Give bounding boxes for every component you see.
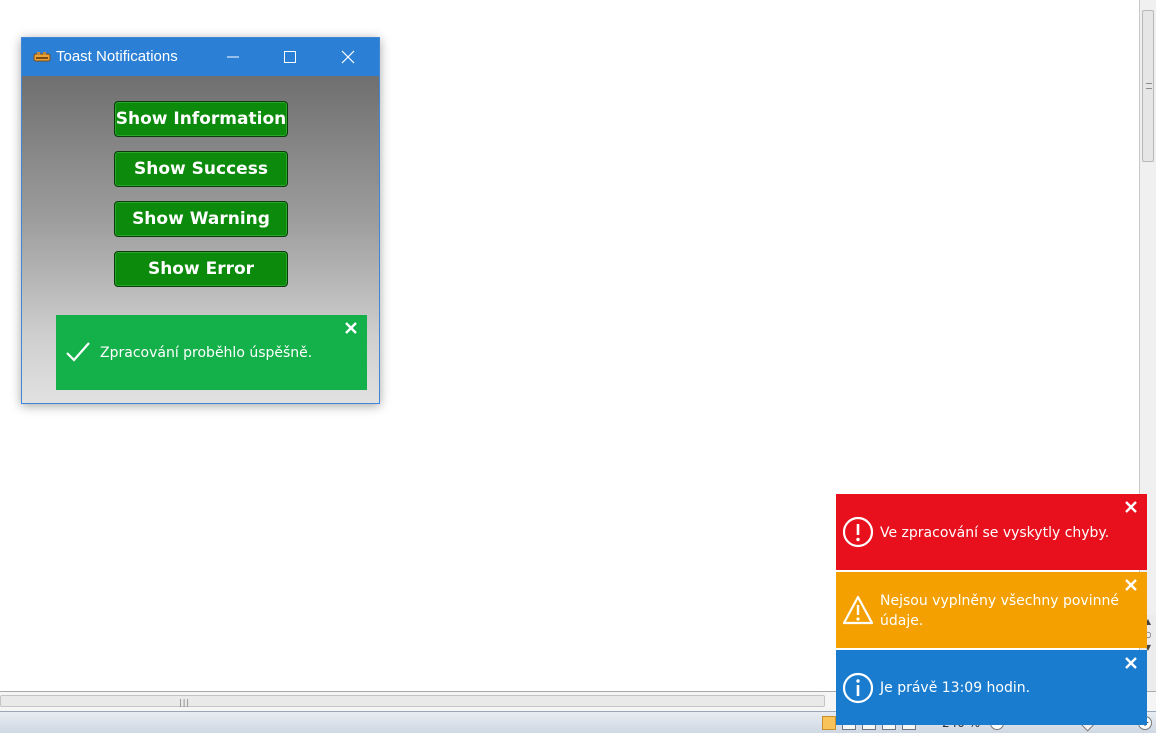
info-circle-icon [842, 672, 874, 704]
show-information-button[interactable]: Show Information [114, 101, 288, 137]
close-icon[interactable] [1124, 656, 1138, 670]
minimize-icon [227, 56, 239, 58]
warning-triangle-icon [842, 595, 874, 625]
scroll-grip-icon: ||| [179, 698, 191, 707]
print-layout-view-icon[interactable] [822, 716, 836, 730]
minimize-button[interactable] [205, 38, 261, 76]
show-error-button[interactable]: Show Error [114, 251, 288, 287]
close-icon[interactable] [344, 321, 358, 335]
close-icon[interactable] [1124, 578, 1138, 592]
toaster-icon [33, 52, 51, 62]
title-bar[interactable]: Toast Notifications [22, 38, 379, 76]
background-horizontal-scroll-thumb[interactable]: ||| [0, 695, 825, 707]
show-warning-button[interactable]: Show Warning [114, 201, 288, 237]
screen: ▲ ○ ▼ ||| 240 % − + Toast [0, 0, 1156, 733]
close-icon [341, 50, 355, 64]
close-icon[interactable] [1124, 500, 1138, 514]
scroll-grip-icon [1146, 83, 1152, 89]
toast-message: Ve zpracování se vyskytly chyby. [880, 525, 1110, 541]
toast-message: Je právě 13:09 hodin. [880, 680, 1031, 696]
toast-message: Zpracování proběhlo úspěšně. [100, 345, 313, 361]
exclamation-circle-icon [842, 516, 874, 548]
close-button[interactable] [320, 38, 376, 76]
window-title: Toast Notifications [56, 48, 178, 65]
toast-message: Nejsou vyplněny všechny povinné údaje. [880, 593, 1119, 629]
info-toast: Je právě 13:09 hodin. [836, 650, 1147, 725]
window-content: Show Information Show Success Show Warni… [22, 76, 379, 403]
error-toast: Ve zpracování se vyskytly chyby. [836, 494, 1147, 570]
toast-notifications-window: Toast Notifications Show Information Sho… [21, 37, 380, 404]
success-toast: Zpracování proběhlo úspěšně. [56, 315, 367, 390]
maximize-button[interactable] [262, 38, 318, 76]
checkmark-icon [66, 342, 90, 362]
warning-toast: Nejsou vyplněny všechny povinné údaje. [836, 572, 1147, 648]
show-success-button[interactable]: Show Success [114, 151, 288, 187]
maximize-icon [284, 51, 296, 63]
background-vertical-scroll-thumb[interactable] [1142, 10, 1154, 162]
